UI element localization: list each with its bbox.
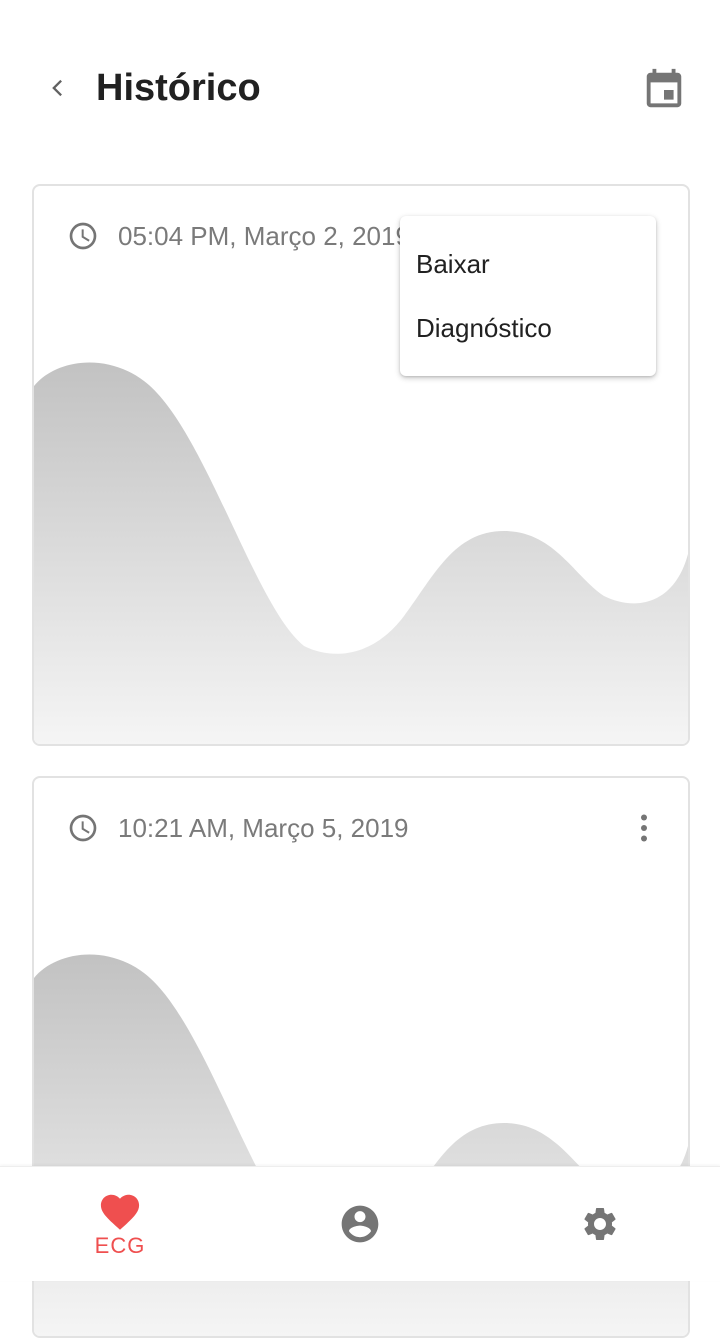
account-circle-icon [341,1205,379,1243]
nav-label-ecg: ECG [94,1233,146,1258]
app-bar: Histórico [0,0,720,176]
heart-icon [100,1194,140,1230]
nav-item-ecg[interactable]: ECG [60,1167,180,1281]
record-time: 10:21 AM, Março 5, 2019 [118,812,409,843]
more-options-button[interactable] [626,806,662,850]
bottom-navigation: ECG [0,1166,720,1281]
record-header: 10:21 AM, Março 5, 2019 [66,808,409,848]
clock-icon [66,219,100,253]
menu-item-diagnosis[interactable]: Diagnóstico [400,296,656,360]
nav-item-profile[interactable] [300,1167,420,1281]
more-vert-icon [641,814,647,842]
page-title: Histórico [96,67,261,109]
clock-icon [66,811,100,845]
chevron-left-icon [52,79,62,97]
calendar-button[interactable] [636,64,692,116]
record-header: 05:04 PM, Março 2, 2019 [66,216,410,256]
calendar-icon [646,68,682,108]
settings-gear-icon [584,1208,616,1240]
overflow-menu: Baixar Diagnóstico [400,216,656,376]
record-time: 05:04 PM, Março 2, 2019 [118,220,410,251]
nav-item-settings[interactable] [540,1167,660,1281]
menu-item-download[interactable]: Baixar [400,232,656,296]
back-button[interactable] [36,66,80,110]
